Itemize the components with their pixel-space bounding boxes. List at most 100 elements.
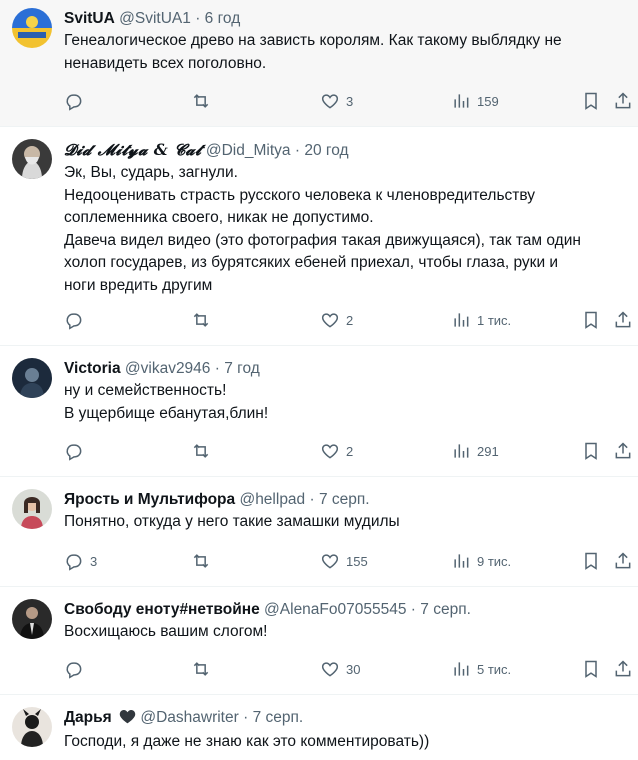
avatar[interactable] [12,707,52,747]
tweet-text: Эк, Вы, сударь, загнули. Недооценивать с… [64,162,628,297]
action-bar: 2 1 тис. [64,309,634,331]
reply-icon [66,94,82,111]
author-name[interactable]: Victoria [64,360,121,377]
views-icon [454,313,469,327]
like-icon [321,313,339,328]
reply-icon [66,444,82,461]
like-button[interactable]: 155 [320,550,368,572]
author-handle[interactable]: @SvitUA1 [119,10,191,27]
views-button[interactable]: 291 [451,440,499,462]
bookmark-button[interactable] [581,309,601,331]
bookmark-icon [585,92,597,110]
retweet-icon [193,313,209,327]
tweet[interactable]: Дарья @Dashawriter · 7 серп. Господи, я … [0,695,638,760]
like-count: 30 [346,661,361,677]
author-handle[interactable]: @hellpad [239,491,305,508]
reply-button[interactable]: 3 [64,550,97,572]
share-button[interactable] [613,440,633,462]
tweet-text-line: холоп государев, из бурятсяких ебеней пр… [64,254,559,271]
author-name[interactable]: 𝓓𝓲𝓭 𝓜𝓲𝓽𝔂𝓪 & 𝓒𝓪𝓽 [64,140,202,159]
timestamp[interactable]: 7 серп. [253,709,304,726]
reply-button[interactable] [64,440,90,462]
avatar[interactable] [12,358,52,398]
bookmark-button[interactable] [581,550,601,572]
like-button[interactable]: 3 [320,90,353,112]
timestamp[interactable]: 7 серп. [319,491,370,508]
share-button[interactable] [613,90,633,112]
retweet-button[interactable] [191,658,217,680]
tweet-text-line: ну и семейственность! [64,382,227,399]
like-button[interactable]: 30 [320,658,360,680]
reply-button[interactable] [64,90,90,112]
like-button[interactable]: 2 [320,309,353,331]
bookmark-button[interactable] [581,90,601,112]
tweet[interactable]: Ярость и Мультифора @hellpad · 7 серп. П… [0,477,638,587]
retweet-icon [193,94,209,108]
author-name[interactable]: SvitUA [64,10,115,27]
tweet[interactable]: SvitUA @SvitUA1 · 6 год Генеалогическое … [0,0,638,127]
tweet-text-line: Восхищаюсь вашим слогом! [64,623,268,640]
tweet-text: Господи, я даже не знаю как это комменти… [64,731,628,754]
avatar[interactable] [12,489,52,529]
tweet[interactable]: Свободу еноту#нетвойне @AlenaFo07055545 … [0,587,638,695]
retweet-button[interactable] [191,440,217,462]
reply-button[interactable] [64,658,90,680]
views-button[interactable]: 159 [451,90,499,112]
separator-dot: · [309,491,315,508]
author-name[interactable]: Ярость и Мультифора [64,491,235,508]
share-button[interactable] [613,658,633,680]
bearded-man-avatar-image [12,139,52,179]
action-bar: 2 291 [64,440,634,462]
view-count: 1 тис. [477,312,512,328]
retweet-button[interactable] [191,309,217,331]
retweet-button[interactable] [191,550,217,572]
views-icon [454,662,469,676]
tweet-text: ну и семейственность! В ущербище ебанута… [64,380,628,425]
tweet-text-line: Давеча видел видео (это фотография такая… [64,231,581,249]
share-button[interactable] [613,309,633,331]
reply-button[interactable] [64,309,90,331]
avatar[interactable] [12,8,52,48]
bookmark-icon [585,311,597,329]
reply-count: 3 [90,553,98,569]
views-button[interactable]: 9 тис. [451,550,511,572]
like-button[interactable]: 2 [320,440,353,462]
avatar[interactable] [12,139,52,179]
timestamp[interactable]: 20 год [304,142,348,159]
retweet-button[interactable] [191,90,217,112]
views-button[interactable]: 5 тис. [451,658,511,680]
timestamp[interactable]: 6 год [205,10,241,27]
timestamp[interactable]: 7 серп. [420,601,471,618]
share-icon [615,92,631,109]
dark-figure-avatar-image [12,707,52,747]
share-icon [615,442,631,459]
bookmark-button[interactable] [581,440,601,462]
heart-emoji-icon [119,709,136,730]
share-button[interactable] [613,550,633,572]
tweet[interactable]: 𝓓𝓲𝓭 𝓜𝓲𝓽𝔂𝓪 & 𝓒𝓪𝓽 @Did_Mitya · 20 год Эк, … [0,127,638,346]
views-icon [454,94,469,108]
ukraine-flag-avatar-image [12,8,52,48]
author-handle[interactable]: @vikav2946 [125,360,211,377]
tweet-text-line: Эк, Вы, сударь, загнули. [64,164,238,181]
share-icon [615,552,631,569]
tweet[interactable]: Victoria @vikav2946 · 7 год ну и семейст… [0,346,638,477]
author-handle[interactable]: @AlenaFo07055545 [264,601,406,618]
avatar[interactable] [12,599,52,639]
timestamp[interactable]: 7 год [224,360,260,377]
tweet-text: Генеалогическое древо на зависть королям… [64,30,628,75]
tweet-text-line: Господи, я даже не знаю как это комменти… [64,733,430,750]
like-icon [321,554,339,569]
author-name[interactable]: Дарья [64,709,112,726]
author-handle[interactable]: @Did_Mitya [206,142,291,159]
like-count: 2 [346,312,354,328]
views-button[interactable]: 1 тис. [451,309,511,331]
bookmark-button[interactable] [581,658,601,680]
night-portrait-avatar-image [12,358,52,398]
separator-dot: · [410,601,416,618]
author-handle[interactable]: @Dashawriter [140,709,238,726]
view-count: 9 тис. [477,553,512,569]
author-name[interactable]: Свободу еноту#нетвойне [64,601,260,618]
action-bar: 3 159 [64,90,634,112]
separator-dot: · [214,360,220,377]
